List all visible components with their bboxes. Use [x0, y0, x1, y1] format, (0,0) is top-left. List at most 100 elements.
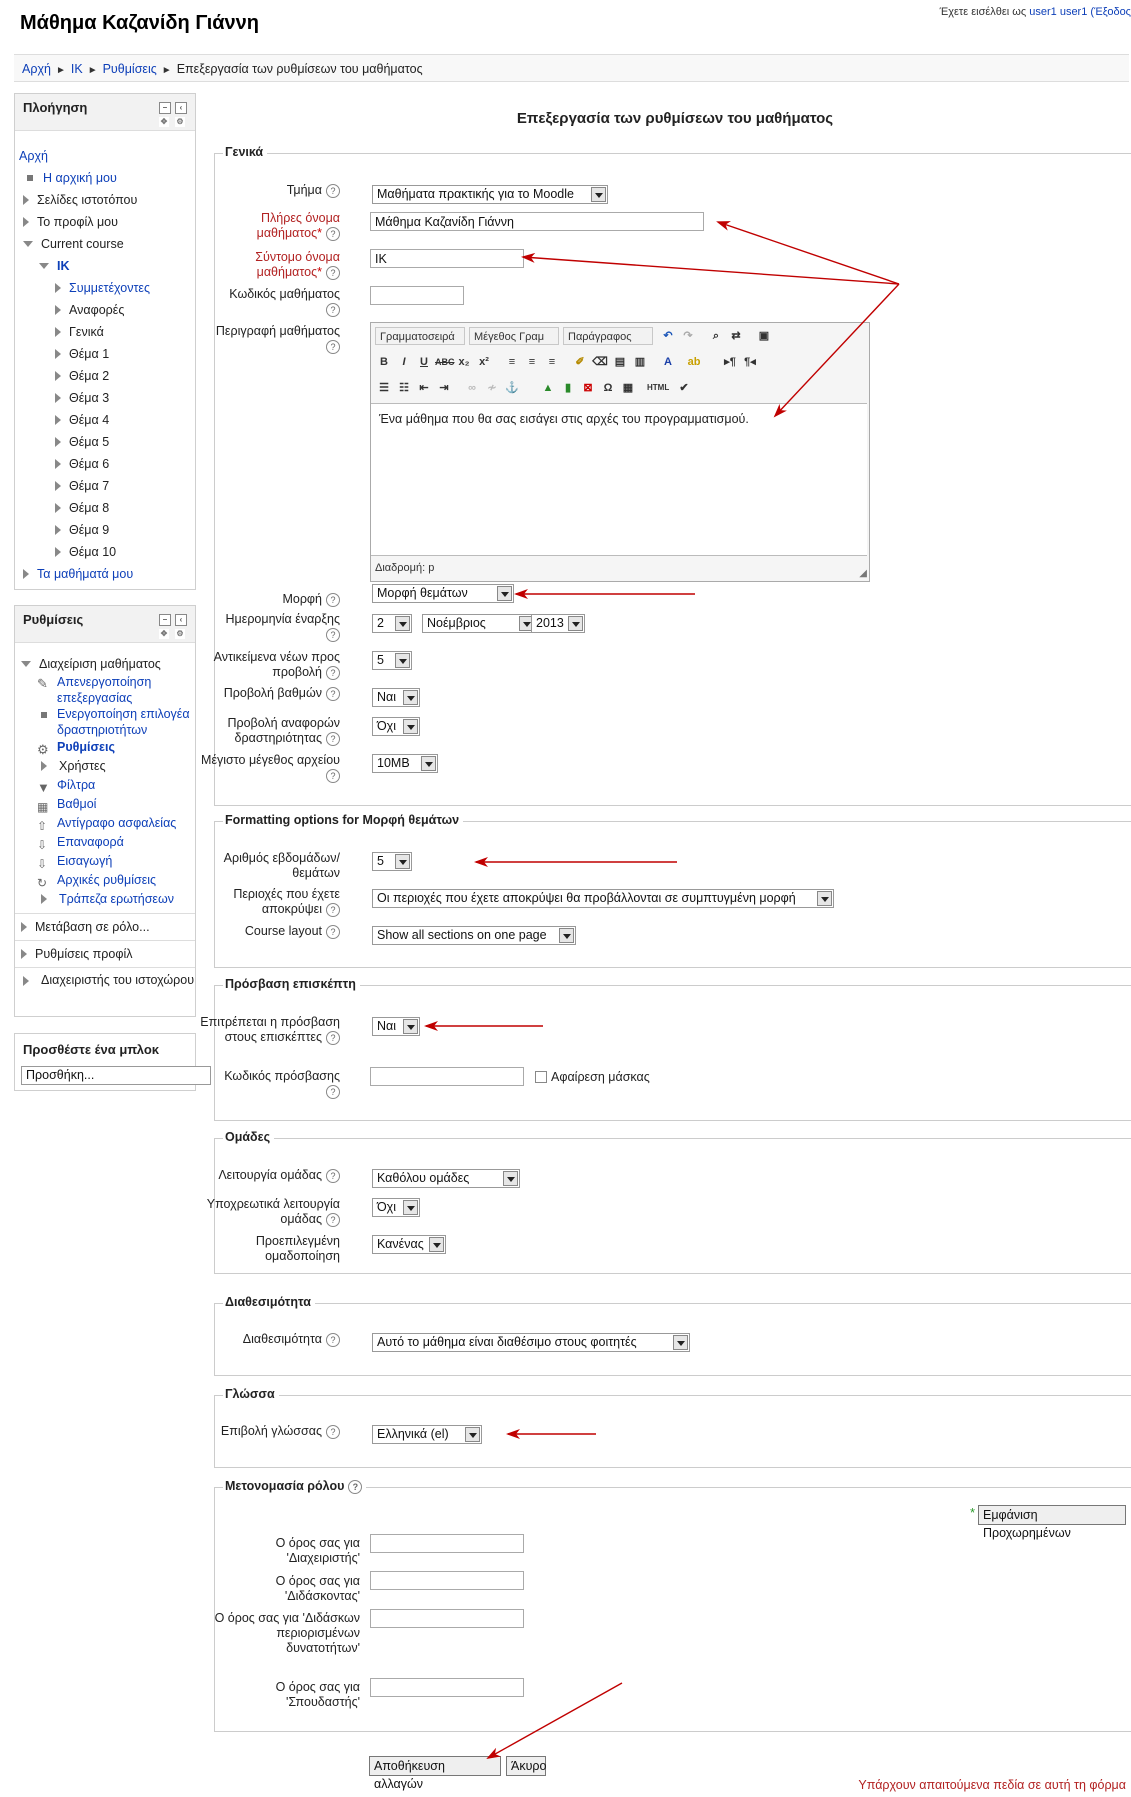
font-size-select[interactable]: Μέγεθος Γραμ: [469, 327, 559, 345]
expand-icon[interactable]: [55, 371, 61, 381]
settings-disable-editing[interactable]: ✎ Απενεργοποίηση επεξεργασίας: [15, 674, 195, 706]
expand-icon[interactable]: [23, 195, 29, 205]
help-icon[interactable]: ?: [348, 1479, 363, 1494]
settings-restore-link[interactable]: Επαναφορά: [57, 835, 124, 849]
rtl-icon[interactable]: ¶◂: [741, 353, 759, 371]
expand-icon[interactable]: [41, 894, 47, 904]
nav-my-home[interactable]: Η αρχική μου: [15, 167, 195, 189]
role-noneditingteacher-input[interactable]: [370, 1609, 524, 1628]
settings-question-bank[interactable]: Τράπεζα ερωτήσεων: [15, 890, 195, 909]
ltr-icon[interactable]: ▸¶: [721, 353, 739, 371]
nav-topic[interactable]: Θέμα 7: [15, 475, 195, 497]
nav-topic[interactable]: Θέμα 4: [15, 409, 195, 431]
numbered-list-icon[interactable]: ☷: [395, 379, 413, 397]
settings-settings-link[interactable]: Ρυθμίσεις: [57, 740, 115, 754]
nav-topic[interactable]: Θέμα 9: [15, 519, 195, 541]
align-center-icon[interactable]: ≡: [523, 353, 541, 371]
settings-users[interactable]: Χρήστες: [15, 757, 195, 776]
format-select[interactable]: Μορφή θεμάτων: [372, 584, 514, 603]
minimize-icon[interactable]: –: [159, 614, 171, 626]
expand-icon[interactable]: [55, 415, 61, 425]
expand-icon[interactable]: [23, 976, 29, 986]
nav-course-ik-link[interactable]: ΙΚ: [57, 259, 70, 273]
unlink-icon[interactable]: ≁: [483, 379, 501, 397]
settings-disable-editing-link[interactable]: Απενεργοποίηση επεξεργασίας: [57, 674, 195, 706]
help-icon[interactable]: ?: [326, 1424, 340, 1439]
move-icon[interactable]: ✥: [159, 117, 169, 127]
summary-editor-body[interactable]: Ένα μάθημα που θα σας εισάγει στις αρχές…: [371, 403, 867, 556]
settings-reset-link[interactable]: Αρχικές ρυθμίσεις: [57, 873, 156, 887]
help-icon[interactable]: ?: [326, 339, 340, 354]
settings-backup[interactable]: ⇧ Αντίγραφο ασφαλείας: [15, 814, 195, 833]
find-icon[interactable]: ⌕: [707, 327, 725, 345]
expand-icon[interactable]: [55, 503, 61, 513]
nav-my-courses[interactable]: Τα μαθήματά μου: [15, 563, 195, 585]
start-day-select[interactable]: 2: [372, 614, 412, 633]
expand-icon[interactable]: [55, 481, 61, 491]
expand-icon[interactable]: [55, 305, 61, 315]
help-icon[interactable]: ?: [326, 627, 340, 642]
settings-activity-chooser-link[interactable]: Ενεργοποίηση επιλογέα δραστηριοτήτων: [57, 706, 195, 738]
nav-topic[interactable]: Θέμα 10: [15, 541, 195, 563]
help-icon[interactable]: ?: [326, 1212, 340, 1227]
settings-import[interactable]: ⇩ Εισαγωγή: [15, 852, 195, 871]
collapse-icon[interactable]: [23, 241, 33, 247]
expand-icon[interactable]: [21, 922, 27, 932]
indent-icon[interactable]: ⇥: [435, 379, 453, 397]
help-icon[interactable]: ?: [326, 902, 340, 917]
help-icon[interactable]: ?: [326, 768, 340, 783]
help-icon[interactable]: ?: [326, 592, 340, 607]
help-icon[interactable]: ?: [326, 665, 340, 680]
gear-icon[interactable]: ⚙: [175, 629, 185, 639]
expand-icon[interactable]: [23, 217, 29, 227]
fullname-input[interactable]: [370, 212, 704, 231]
visible-select[interactable]: Αυτό το μάθημα είναι διαθέσιμο στους φοι…: [372, 1333, 690, 1352]
save-button[interactable]: Αποθήκευση αλλαγών: [369, 1756, 501, 1791]
nav-my-profile[interactable]: Το προφίλ μου: [15, 211, 195, 233]
undo-icon[interactable]: ↶: [659, 327, 677, 345]
settings-filters-link[interactable]: Φίλτρα: [57, 778, 95, 792]
settings-switch-role[interactable]: Μετάβαση σε ρόλο...: [15, 914, 195, 940]
paste-text-icon[interactable]: ▤: [611, 353, 629, 371]
nav-my-courses-link[interactable]: Τα μαθήματά μου: [37, 567, 133, 581]
nav-topic[interactable]: Θέμα 3: [15, 387, 195, 409]
subscript-icon[interactable]: x₂: [455, 353, 473, 371]
help-icon[interactable]: ?: [326, 265, 340, 280]
settings-backup-link[interactable]: Αντίγραφο ασφαλείας: [57, 816, 176, 830]
block-format-select[interactable]: Παράγραφος: [563, 327, 653, 345]
gear-icon[interactable]: ⚙: [175, 117, 185, 127]
nav-site-pages[interactable]: Σελίδες ιστοτόπου: [15, 189, 195, 211]
unmask-checkbox[interactable]: [535, 1071, 547, 1083]
superscript-icon[interactable]: x²: [475, 353, 493, 371]
settings-course-admin[interactable]: Διαχείριση μαθήματος: [15, 655, 195, 674]
help-icon[interactable]: ?: [326, 183, 340, 198]
html-icon[interactable]: HTML: [647, 379, 669, 397]
settings-restore[interactable]: ⇩ Επαναφορά: [15, 833, 195, 852]
role-teacher-input[interactable]: [370, 1571, 524, 1590]
help-icon[interactable]: ?: [326, 731, 340, 746]
expand-icon[interactable]: [21, 949, 27, 959]
font-family-select[interactable]: Γραμματοσειρά: [375, 327, 465, 345]
highlight-color-icon[interactable]: ab: [685, 353, 703, 371]
dock-icon[interactable]: ‹: [175, 102, 187, 114]
help-icon[interactable]: ?: [326, 302, 340, 317]
help-icon[interactable]: ?: [326, 1168, 340, 1183]
settings-filters[interactable]: ▼ Φίλτρα: [15, 776, 195, 795]
settings-question-bank-link[interactable]: Τράπεζα ερωτήσεων: [59, 892, 174, 906]
collapse-icon[interactable]: [21, 661, 31, 667]
nav-topic[interactable]: Θέμα 6: [15, 453, 195, 475]
guest-password-input[interactable]: [370, 1067, 524, 1086]
expand-icon[interactable]: [41, 761, 47, 771]
expand-icon[interactable]: [55, 525, 61, 535]
expand-icon[interactable]: [55, 283, 61, 293]
nav-topic[interactable]: Θέμα 5: [15, 431, 195, 453]
expand-icon[interactable]: [55, 349, 61, 359]
start-year-select[interactable]: 2013: [531, 614, 585, 633]
minimize-icon[interactable]: –: [159, 102, 171, 114]
newsitems-select[interactable]: 5: [372, 651, 412, 670]
nav-home-link[interactable]: Αρχή: [19, 149, 48, 163]
expand-icon[interactable]: [55, 437, 61, 447]
settings-settings[interactable]: ⚙ Ρυθμίσεις: [15, 738, 195, 757]
expand-icon[interactable]: [55, 459, 61, 469]
resize-handle-icon[interactable]: ◢: [859, 568, 867, 579]
